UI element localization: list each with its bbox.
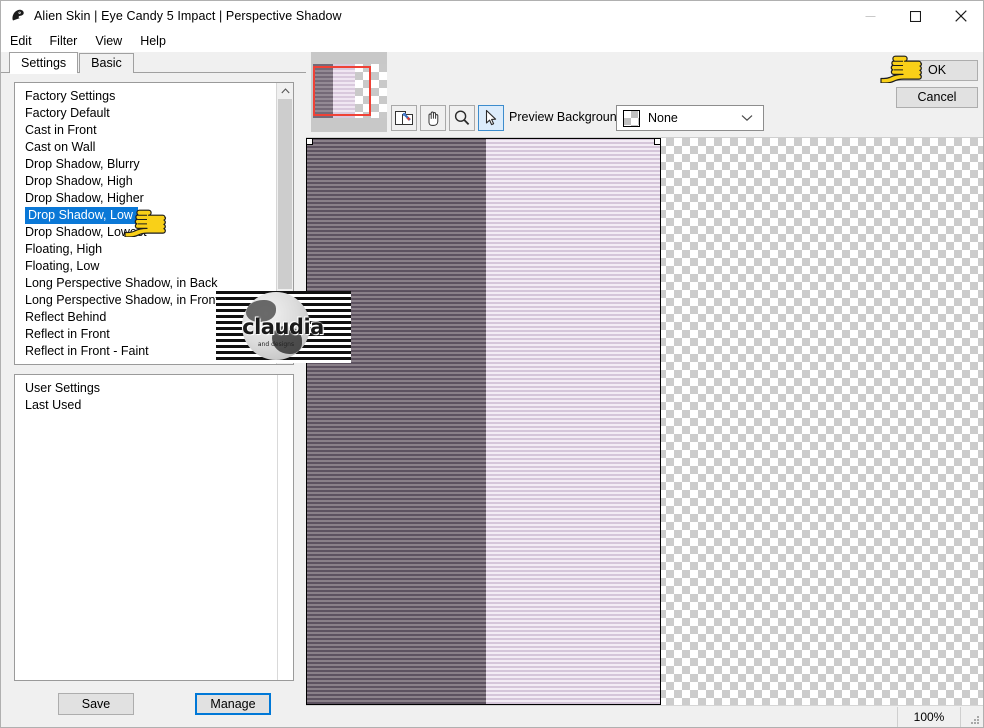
list-item[interactable]: Drop Shadow, High	[15, 173, 276, 190]
application-window: Alien Skin | Eye Candy 5 Impact | Perspe…	[0, 0, 984, 728]
preview-background-select[interactable]: None	[616, 105, 764, 131]
scroll-up-icon[interactable]	[277, 83, 293, 99]
hand-tool-button[interactable]	[420, 105, 446, 131]
menu-item-edit[interactable]: Edit	[10, 31, 41, 52]
title-bar: Alien Skin | Eye Candy 5 Impact | Perspe…	[1, 1, 983, 31]
list-item[interactable]: Floating, Low	[15, 258, 276, 275]
chevron-down-icon[interactable]	[741, 111, 753, 125]
status-bar: 100%	[306, 705, 983, 727]
alien-skin-icon	[10, 8, 26, 24]
list-item[interactable]: Long Perspective Shadow, in Back	[15, 275, 276, 292]
list-item[interactable]: Last Used	[15, 397, 293, 414]
list-item[interactable]: User Settings	[15, 380, 293, 397]
dialog-action-buttons: OK Cancel	[896, 60, 978, 114]
menu-item-filter[interactable]: Filter	[50, 31, 87, 52]
list-divider	[277, 375, 278, 680]
navigator-thumbnail[interactable]	[311, 52, 387, 132]
image-dark-band	[306, 138, 486, 705]
maximize-button[interactable]	[893, 1, 938, 31]
scrollbar-thumb[interactable]	[278, 99, 292, 289]
list-item[interactable]: Factory Default	[15, 105, 276, 122]
preview-background-value: None	[648, 111, 678, 125]
window-controls	[848, 1, 983, 31]
menu-item-help[interactable]: Help	[140, 31, 175, 52]
list-item[interactable]: Drop Shadow, Blurry	[15, 156, 276, 173]
list-item-selected-label[interactable]: Drop Shadow, Low	[25, 207, 138, 224]
claudia-watermark: claudia and designs	[216, 291, 351, 363]
list-item[interactable]: Floating, High	[15, 241, 276, 258]
pointer-tool-button[interactable]	[478, 105, 504, 131]
zoom-level-indicator: 100%	[897, 706, 961, 727]
preview-background-label: Preview Background:	[509, 110, 628, 124]
navigator-tool-button[interactable]	[391, 105, 417, 131]
save-button[interactable]: Save	[58, 693, 134, 715]
window-title: Alien Skin | Eye Candy 5 Impact | Perspe…	[34, 9, 342, 23]
preview-panel: Preview Background: None 100%	[306, 52, 983, 727]
window-body: Settings Basic Factory Settings Factory …	[1, 52, 983, 727]
preview-background-swatch-icon	[623, 109, 640, 127]
resize-grip-icon[interactable]	[968, 713, 980, 725]
zoom-tool-button[interactable]	[449, 105, 475, 131]
list-item[interactable]: Cast on Wall	[15, 139, 276, 156]
image-light-band	[486, 138, 661, 705]
tool-button-group	[391, 105, 504, 131]
list-item[interactable]: Drop Shadow, Lowest	[15, 224, 276, 241]
settings-action-buttons: Save Manage	[1, 681, 306, 727]
ok-button[interactable]: OK	[896, 60, 978, 81]
list-item-selected[interactable]: Drop Shadow, Low	[15, 207, 276, 224]
minimize-button[interactable]	[848, 1, 893, 31]
watermark-text: claudia	[242, 315, 324, 339]
watermark-subtext: and designs	[257, 341, 295, 348]
list-item[interactable]: Cast in Front	[15, 122, 276, 139]
cancel-button[interactable]: Cancel	[896, 87, 978, 108]
list-item[interactable]: Drop Shadow, Higher	[15, 190, 276, 207]
menu-bar: Edit Filter View Help	[1, 31, 983, 52]
menu-item-view[interactable]: View	[95, 31, 131, 52]
preview-toolbar: Preview Background: None	[306, 52, 983, 137]
manage-button[interactable]: Manage	[195, 693, 271, 715]
tab-strip: Settings Basic	[1, 52, 306, 74]
close-button[interactable]	[938, 1, 983, 31]
tab-settings[interactable]: Settings	[9, 52, 79, 74]
settings-panel: Settings Basic Factory Settings Factory …	[1, 52, 306, 727]
list-item[interactable]: Factory Settings	[15, 88, 276, 105]
tab-basic[interactable]: Basic	[79, 53, 134, 73]
preview-canvas[interactable]	[306, 137, 983, 705]
navigator-viewport-rect[interactable]	[313, 66, 371, 116]
user-settings-listbox[interactable]: User Settings Last Used	[14, 374, 294, 681]
